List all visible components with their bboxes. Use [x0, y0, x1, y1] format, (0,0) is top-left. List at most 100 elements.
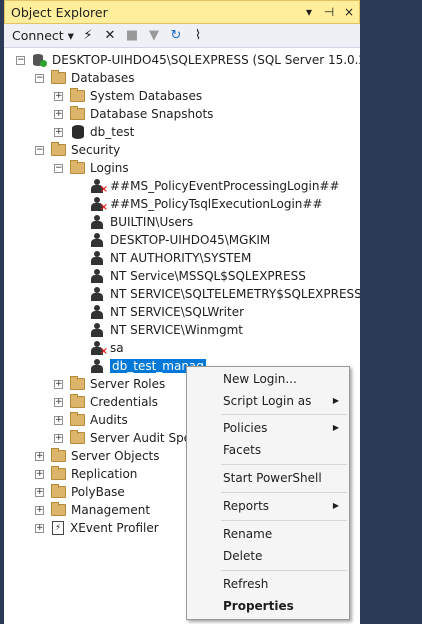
tree-node-replication[interactable]: Replication [51, 465, 137, 483]
expand-icon[interactable]: + [54, 380, 63, 389]
menu-separator [221, 464, 347, 465]
expand-icon[interactable]: + [54, 416, 63, 425]
folder-icon [70, 106, 85, 120]
tree-node-system-databases[interactable]: System Databases [70, 87, 202, 105]
tree-node-server-audit-spec[interactable]: Server Audit Spec [70, 429, 198, 447]
login-item[interactable]: NT Service\MSSQL$SQLEXPRESS [90, 267, 306, 285]
login-item[interactable]: × ##MS_PolicyTsqlExecutionLogin## [90, 195, 323, 213]
collapse-icon[interactable]: − [54, 164, 63, 173]
login-icon [90, 323, 104, 337]
stop-icon[interactable]: ■ [124, 28, 140, 44]
tree-node-xevent-profiler[interactable]: ⚡ XEvent Profiler [52, 519, 159, 537]
node-label: Server Objects [71, 449, 160, 463]
context-menu: New Login... Script Login as ▶ Policies ▶ … [186, 366, 350, 620]
login-item[interactable]: NT AUTHORITY\SYSTEM [90, 249, 251, 267]
server-label: DESKTOP-UIHDO45\SQLEXPRESS (SQL Server 1… [52, 53, 360, 67]
menu-refresh[interactable]: Refresh [187, 573, 349, 595]
connect-object-explorer-icon[interactable]: ⚡ [80, 28, 96, 44]
connect-button[interactable]: Connect ▾ [12, 28, 74, 43]
node-label: NT Service\MSSQL$SQLEXPRESS [110, 269, 306, 283]
login-item[interactable]: NT SERVICE\SQLTELEMETRY$SQLEXPRESS [90, 285, 360, 303]
node-label: Management [71, 503, 151, 517]
login-icon [90, 359, 104, 373]
node-label: Database Snapshots [90, 107, 214, 121]
object-explorer-toolbar: Connect ▾ ⚡ ✕ ■ ▼ ↻ ⌇ [4, 24, 360, 48]
tree-node-polybase[interactable]: PolyBase [51, 483, 125, 501]
close-icon[interactable]: × [341, 3, 357, 21]
login-item[interactable]: NT SERVICE\SQLWriter [90, 303, 244, 321]
menu-label: Rename [223, 527, 273, 541]
menu-label: Start PowerShell [223, 471, 322, 485]
expand-icon[interactable]: + [35, 470, 44, 479]
node-label: XEvent Profiler [70, 521, 159, 535]
window-position-dropdown-icon[interactable]: ▾ [301, 3, 317, 21]
disconnect-icon[interactable]: ✕ [102, 28, 118, 44]
menu-reports[interactable]: Reports ▶ [187, 495, 349, 517]
expand-icon[interactable]: + [54, 398, 63, 407]
tree-node-server-objects[interactable]: Server Objects [51, 447, 160, 465]
login-item[interactable]: DESKTOP-UIHDO45\MGKIM [90, 231, 270, 249]
folder-icon [70, 160, 85, 174]
node-label: NT AUTHORITY\SYSTEM [110, 251, 252, 265]
tree-node-audits[interactable]: Audits [70, 411, 128, 429]
node-label: System Databases [90, 89, 203, 103]
expand-icon[interactable]: + [35, 488, 44, 497]
expand-icon[interactable]: + [54, 128, 63, 137]
group-login-icon [90, 215, 104, 229]
tree-node-logins[interactable]: Logins [70, 159, 129, 177]
menu-label: Refresh [223, 577, 269, 591]
expand-icon[interactable]: + [54, 110, 63, 119]
menu-label: Facets [223, 443, 262, 457]
collapse-icon[interactable]: − [35, 74, 44, 83]
login-item[interactable]: BUILTIN\Users [90, 213, 193, 231]
collapse-icon[interactable]: − [35, 146, 44, 155]
expand-icon[interactable]: + [54, 92, 63, 101]
expand-icon[interactable]: + [35, 506, 44, 515]
collapse-icon[interactable]: − [16, 56, 25, 65]
login-item[interactable]: × sa [90, 339, 124, 357]
title-controls: ▾ ⊣ × [301, 3, 357, 21]
folder-icon [51, 484, 66, 498]
expand-icon[interactable]: + [54, 434, 63, 443]
menu-properties[interactable]: Properties [187, 595, 349, 617]
submenu-arrow-icon: ▶ [332, 396, 339, 405]
expand-icon[interactable]: + [35, 524, 44, 533]
submenu-arrow-icon: ▶ [332, 423, 339, 432]
tree-node-management[interactable]: Management [51, 501, 150, 519]
tree-node-db-test[interactable]: db_test [72, 123, 134, 141]
tree-node-server-roles[interactable]: Server Roles [70, 375, 165, 393]
tree-node-credentials[interactable]: Credentials [70, 393, 158, 411]
menu-delete[interactable]: Delete [187, 545, 349, 567]
background-strip [360, 0, 422, 624]
menu-facets[interactable]: Facets [187, 439, 349, 461]
folder-icon [70, 394, 85, 408]
activity-monitor-icon[interactable]: ⌇ [190, 28, 206, 44]
node-label: ##MS_PolicyTsqlExecutionLogin## [110, 197, 323, 211]
login-item[interactable]: × ##MS_PolicyEventProcessingLogin## [90, 177, 340, 195]
folder-icon [51, 70, 66, 84]
menu-start-powershell[interactable]: Start PowerShell [187, 467, 349, 489]
node-label: NT SERVICE\SQLWriter [110, 305, 245, 319]
tree-node-security[interactable]: Security [51, 141, 120, 159]
menu-label: Script Login as [223, 394, 312, 408]
menu-script-login-as[interactable]: Script Login as ▶ [187, 390, 349, 412]
refresh-icon[interactable]: ↻ [168, 28, 184, 44]
tree-node-databases[interactable]: Databases [51, 69, 135, 87]
login-item[interactable]: NT SERVICE\Winmgmt [90, 321, 243, 339]
menu-policies[interactable]: Policies ▶ [187, 417, 349, 439]
node-label: NT SERVICE\Winmgmt [110, 323, 243, 337]
folder-icon [51, 142, 66, 156]
menu-rename[interactable]: Rename [187, 523, 349, 545]
connect-label: Connect [12, 28, 64, 43]
menu-new-login[interactable]: New Login... [187, 368, 349, 390]
expand-icon[interactable]: + [35, 452, 44, 461]
node-label: Server Roles [90, 377, 166, 391]
window-title: Object Explorer [11, 5, 108, 20]
filter-icon[interactable]: ▼ [146, 28, 162, 44]
tree-node-server[interactable]: DESKTOP-UIHDO45\SQLEXPRESS (SQL Server 1… [32, 51, 360, 69]
auto-hide-pin-icon[interactable]: ⊣ [321, 3, 337, 21]
tree-node-database-snapshots[interactable]: Database Snapshots [70, 105, 213, 123]
xevent-profiler-icon: ⚡ [52, 521, 64, 535]
folder-icon [70, 430, 85, 444]
menu-label: Delete [223, 549, 263, 563]
